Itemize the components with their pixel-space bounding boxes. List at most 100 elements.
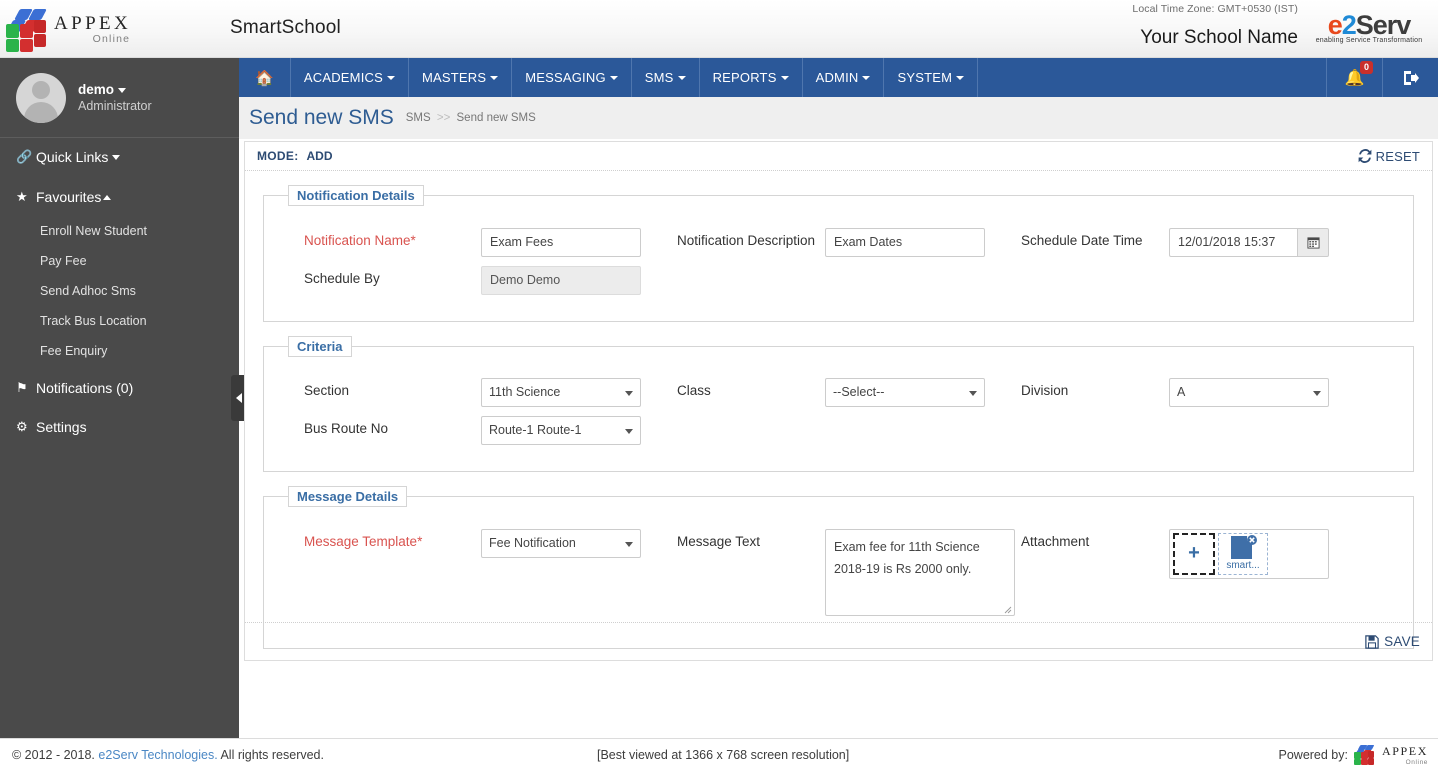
chevron-down-icon [956, 75, 965, 80]
chevron-down-icon [862, 75, 871, 80]
sidebar-user-name: demo [78, 82, 115, 97]
division-label: Division [1021, 383, 1069, 399]
breadcrumb-root[interactable]: SMS [406, 112, 431, 124]
nav-spacer [978, 58, 1326, 97]
message-text-textarea[interactable]: Exam fee for 11th Science 2018-19 is Rs … [825, 528, 1015, 616]
attachment-file-name: smart... [1226, 559, 1260, 571]
sidebar-item-fee-enquiry[interactable]: Fee Enquiry [0, 336, 239, 366]
e2serv-logo-2: 2 [1341, 10, 1357, 40]
division-select[interactable]: A [1169, 378, 1329, 408]
sidebar-item-quick-links[interactable]: 🔗 Quick Links [0, 138, 239, 176]
notification-description-label: Notification Description [677, 232, 816, 248]
division-select-value: A [1177, 385, 1186, 400]
logout-icon [1403, 70, 1419, 85]
star-icon: ★ [16, 189, 28, 204]
best-viewed-note: [Best viewed at 1366 x 768 screen resolu… [597, 747, 850, 762]
schedule-date-time-label: Schedule Date Time [1021, 232, 1143, 248]
schedule-date-time-group: 12/01/2018 15:37 [1169, 227, 1329, 257]
notifications-button[interactable]: 🔔 0 [1326, 58, 1382, 97]
message-template-select[interactable]: Fee Notification [481, 528, 641, 558]
add-attachment-button[interactable]: + [1173, 532, 1215, 575]
copyright-post: All rights reserved. [220, 747, 324, 762]
sidebar-item-label: Notifications (0) [36, 380, 134, 396]
chevron-down-icon [112, 154, 121, 160]
notification-name-input[interactable]: Exam Fees [481, 227, 641, 257]
e2serv-logo-e: e [1327, 10, 1343, 40]
appex-logo[interactable]: APPEX Online [6, 6, 134, 52]
sidebar-subitem-label: Enroll New Student [40, 224, 148, 238]
home-icon: 🏠 [255, 69, 274, 87]
save-icon [1365, 634, 1379, 649]
e2serv-logo: e2Serv enabling Service Transformation [1303, 10, 1435, 54]
bus-route-select[interactable]: Route-1 Route-1 [481, 416, 641, 446]
class-select-value: --Select-- [833, 385, 885, 400]
attachment-thumbnail[interactable]: smart... [1218, 532, 1268, 575]
breadcrumb-separator: >> [436, 112, 451, 124]
sidebar-subitem-label: Track Bus Location [40, 314, 147, 328]
save-button[interactable]: SAVE [1365, 634, 1420, 649]
appex-footer-logo: APPEX Online [1382, 744, 1428, 766]
nav-item-system[interactable]: SYSTEM [884, 58, 979, 97]
attachment-label: Attachment [1021, 533, 1090, 549]
sidebar-item-enroll-new-student[interactable]: Enroll New Student [0, 216, 239, 246]
mode-label: MODE: [257, 149, 299, 163]
copyright-pre: © 2012 - 2018. [12, 747, 95, 762]
reset-button[interactable]: RESET [1358, 149, 1420, 164]
chevron-down-icon [386, 75, 395, 80]
e2serv-link[interactable]: e2Serv Technologies. [98, 748, 217, 762]
calendar-icon [1306, 236, 1320, 249]
nav-item-reports[interactable]: REPORTS [700, 58, 803, 97]
nav-item-label: REPORTS [712, 70, 777, 85]
class-select[interactable]: --Select-- [825, 378, 985, 408]
notification-description-input[interactable]: Exam Dates [825, 227, 985, 257]
nav-item-admin[interactable]: ADMIN [803, 58, 885, 97]
nav-item-messaging[interactable]: MESSAGING [512, 58, 632, 97]
sidebar-item-settings[interactable]: ⚙ Settings [0, 407, 239, 446]
nav-right-actions: 🔔 0 [1326, 58, 1438, 97]
powered-by-label: Powered by: [1278, 747, 1348, 762]
schedule-date-time-input[interactable]: 12/01/2018 15:37 [1169, 227, 1297, 257]
nav-item-label: SMS [644, 70, 674, 85]
message-template-label: Message Template* [304, 533, 423, 549]
timezone-label: Local Time Zone: GMT+0530 (IST) [1132, 3, 1298, 15]
app-title: SmartSchool [230, 17, 341, 38]
sidebar-item-send-adhoc-sms[interactable]: Send Adhoc Sms [0, 276, 239, 306]
nav-item-label: ADMIN [815, 70, 859, 85]
nav-item-label: ACADEMICS [303, 70, 383, 85]
save-label: SAVE [1384, 634, 1420, 649]
sidebar-item-track-bus-location[interactable]: Track Bus Location [0, 306, 239, 336]
sidebar-item-favourites[interactable]: ★ Favourites [0, 176, 239, 216]
bus-route-label: Bus Route No [304, 421, 389, 437]
sidebar-item-pay-fee[interactable]: Pay Fee [0, 246, 239, 276]
chevron-down-icon [625, 541, 633, 547]
panel-footer: SAVE [245, 622, 1432, 660]
resize-grip-icon[interactable] [1002, 604, 1012, 614]
notification-name-label: Notification Name* [304, 232, 416, 248]
appex-logo-subtext: Online [92, 32, 131, 45]
sidebar: demo Administrator 🔗 Quick Links ★ Favou… [0, 58, 247, 738]
notification-details-fieldset: Notification Details Notification Name* … [263, 185, 1414, 322]
appex-footer-logo-text: APPEX [1381, 743, 1428, 758]
sidebar-user-role: Administrator [78, 99, 152, 113]
calendar-picker-button[interactable] [1297, 227, 1329, 257]
nav-item-home[interactable]: 🏠 [239, 58, 291, 97]
sidebar-user-block[interactable]: demo Administrator [0, 58, 239, 138]
chevron-down-icon [625, 391, 633, 397]
chevron-up-icon [103, 194, 112, 200]
refresh-icon [1358, 149, 1372, 163]
nav-item-academics[interactable]: ACADEMICS [291, 58, 409, 97]
message-template-select-value: Fee Notification [489, 535, 576, 550]
notification-badge: 0 [1359, 61, 1373, 74]
chevron-down-icon [609, 75, 618, 80]
chevron-down-icon [780, 75, 789, 80]
section-select[interactable]: 11th Science [481, 378, 641, 408]
nav-item-masters[interactable]: MASTERS [409, 58, 513, 97]
sidebar-item-notifications[interactable]: ⚑ Notifications (0) [0, 366, 239, 407]
mode-value: ADD [306, 149, 333, 163]
schedule-by-value: Demo Demo [481, 265, 641, 295]
file-icon [1231, 534, 1257, 559]
logout-button[interactable] [1382, 58, 1438, 97]
school-name: Your School Name [1140, 27, 1298, 48]
nav-item-sms[interactable]: SMS [632, 58, 700, 97]
message-text-label: Message Text [677, 533, 761, 549]
